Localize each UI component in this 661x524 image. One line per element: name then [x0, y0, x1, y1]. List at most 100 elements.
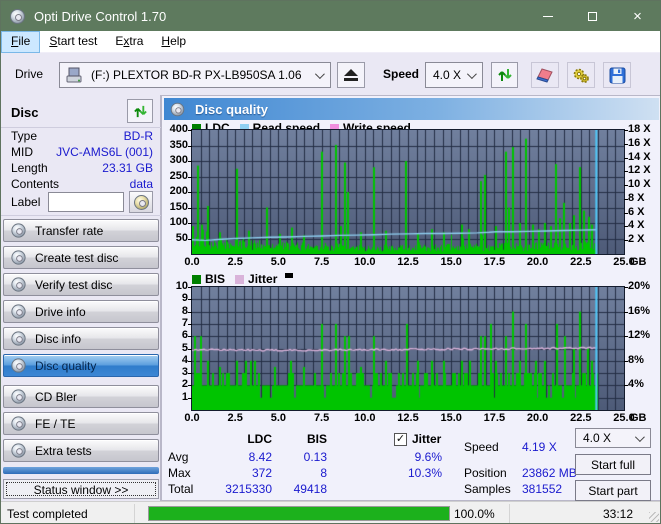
axis-tick-label: 20.0 [526, 412, 549, 424]
eject-icon [344, 69, 358, 81]
axis-tick-label: 0.0 [184, 256, 200, 268]
bis-column-header: BIS [306, 432, 327, 446]
cd-icon [11, 443, 26, 458]
axis-tick-label: 12 X [624, 164, 651, 177]
axis-tick-label: 12% [623, 329, 651, 342]
bis-jitter-chart-canvas [191, 286, 625, 411]
sidebar-item-verify-test-disc[interactable]: Verify test disc [3, 273, 159, 296]
sidebar-item-transfer-rate[interactable]: Transfer rate [3, 219, 159, 242]
maximize-icon [588, 11, 597, 21]
menu-start-test[interactable]: Start test [40, 31, 106, 53]
sidebar-item-disc-info[interactable]: Disc info [3, 327, 159, 350]
speed-label: Speed [383, 67, 420, 81]
progress-bar [148, 506, 450, 521]
sidebar-item-cd-bler[interactable]: CD Bler [3, 385, 159, 408]
sidebar-item-create-test-disc[interactable]: Create test disc [3, 246, 159, 269]
axis-tick-label: 6 [162, 329, 192, 341]
disc-label-input[interactable] [48, 192, 125, 212]
axis-tick-label: 10 [162, 280, 192, 292]
disc-type-label: Type [11, 129, 38, 143]
resize-grip[interactable] [649, 512, 659, 522]
axis-tick-label: 20% [623, 280, 651, 292]
menu-extra[interactable]: Extra [106, 31, 152, 53]
avg-row-label: Avg [168, 450, 189, 464]
panel-header: Disc quality [164, 98, 659, 120]
axis-tick-label: 350 [162, 139, 192, 151]
settings-button[interactable] [567, 62, 595, 88]
chevron-down-icon [466, 69, 477, 80]
axis-tick-label: 22.5 [570, 412, 592, 424]
test-speed-select[interactable]: 4.0 X [575, 428, 651, 448]
menu-file[interactable]: File [1, 31, 41, 53]
drive-icon [66, 67, 82, 83]
avg-jitter-value: 9.6% [414, 450, 442, 464]
close-button[interactable]: × [615, 1, 660, 31]
position-stat-label: Position [464, 466, 507, 480]
test-speed-select-value: 4.0 X [583, 431, 612, 445]
legend-swatch [235, 274, 245, 284]
axis-tick-label: 5 [162, 342, 192, 354]
axis-tick-label: 6 X [624, 205, 645, 218]
maximize-button[interactable] [570, 1, 615, 31]
axis-tick-label: 18 X [624, 123, 651, 135]
disc-label-row: Label [11, 191, 153, 213]
axis-tick-label: 16% [623, 304, 651, 317]
drive-select[interactable]: (F:) PLEXTOR BD-R PX-LB950SA 1.06 [59, 62, 331, 88]
progress-percent: 100.0% [454, 507, 495, 521]
axis-tick-label: 5.0 [270, 412, 287, 424]
disc-length-row: Length 23.31 GB [11, 161, 153, 175]
speed-select-value: 4.0 X [433, 68, 462, 82]
axis-tick-label: 8 X [624, 191, 645, 204]
menu-help[interactable]: Help [152, 31, 195, 53]
position-stat-value: 23862 MB [522, 466, 577, 480]
disc-length-value: 23.31 GB [102, 161, 153, 175]
disc-quality-panel: Disc quality LDC Read speed Write speed 40… [161, 95, 660, 502]
start-full-button[interactable]: Start full [575, 454, 651, 475]
avg-ldc-value: 8.42 [248, 450, 272, 464]
chart2-legend: BIS Jitter [182, 272, 294, 286]
axis-tick-label: 16 X [624, 136, 651, 149]
axis-tick-label: 20.0 [526, 256, 549, 268]
start-part-button[interactable]: Start part [575, 480, 651, 501]
statusbar-separator [134, 504, 135, 523]
axis-tick-label: 4% [624, 378, 644, 391]
refresh-icon [133, 105, 147, 117]
disc-label-button[interactable] [129, 191, 153, 213]
ldc-chart-x-axis: 0.0 2.5 5.0 7.5 10.0 12.5 15.0 17.5 20.0 22.5 25.0… [162, 256, 660, 270]
axis-tick-label: 150 [162, 201, 192, 213]
axis-tick-label: 5.0 [270, 256, 287, 268]
axis-tick-label: 17.5 [483, 256, 506, 268]
sidebar-item-drive-info[interactable]: Drive info [3, 300, 159, 323]
status-window-button[interactable]: Status window >> [3, 479, 159, 499]
axis-tick-label: 17.5 [483, 412, 506, 424]
disc-type-row: Type BD-R [11, 129, 153, 143]
refresh-button[interactable] [491, 62, 518, 88]
axis-tick-label: 10.0 [354, 256, 376, 268]
axis-tick-label: 15.0 [440, 412, 462, 424]
close-icon: × [633, 7, 642, 25]
app-window: Opti Drive Control 1.70 × File Start tes… [0, 0, 661, 524]
app-icon [10, 8, 25, 24]
toolbar: Drive (F:) PLEXTOR BD-R PX-LB950SA 1.06 … [1, 53, 660, 139]
axis-tick-label: 400 [162, 123, 192, 135]
sidebar-item-disc-quality[interactable]: Disc quality [3, 354, 159, 377]
save-button[interactable] [603, 62, 631, 88]
sidebar-item-fe-te[interactable]: FE / TE [3, 412, 159, 435]
disc-length-label: Length [11, 161, 48, 175]
disc-refresh-button[interactable] [127, 99, 153, 123]
erase-disc-button[interactable] [531, 62, 559, 88]
eject-button[interactable] [337, 62, 365, 88]
elapsed-time: 33:12 [602, 507, 633, 521]
window-title: Opti Drive Control 1.70 [34, 8, 167, 24]
jitter-checkbox[interactable]: ✓ [394, 433, 407, 446]
axis-tick-label: 9 [162, 292, 192, 304]
save-icon [609, 67, 625, 83]
speed-select[interactable]: 4.0 X [425, 62, 483, 88]
sidebar-item-extra-tests[interactable]: Extra tests [3, 439, 159, 462]
legend-swatch [192, 274, 201, 284]
axis-tick-label: 300 [162, 154, 192, 166]
minimize-button[interactable] [525, 1, 570, 31]
disc-mid-label: MID [11, 145, 33, 159]
axis-tick-label: 200 [162, 185, 192, 197]
stats-area: LDC BIS ✓ Jitter Avg 8.42 0.13 9.6% Max … [162, 426, 660, 502]
